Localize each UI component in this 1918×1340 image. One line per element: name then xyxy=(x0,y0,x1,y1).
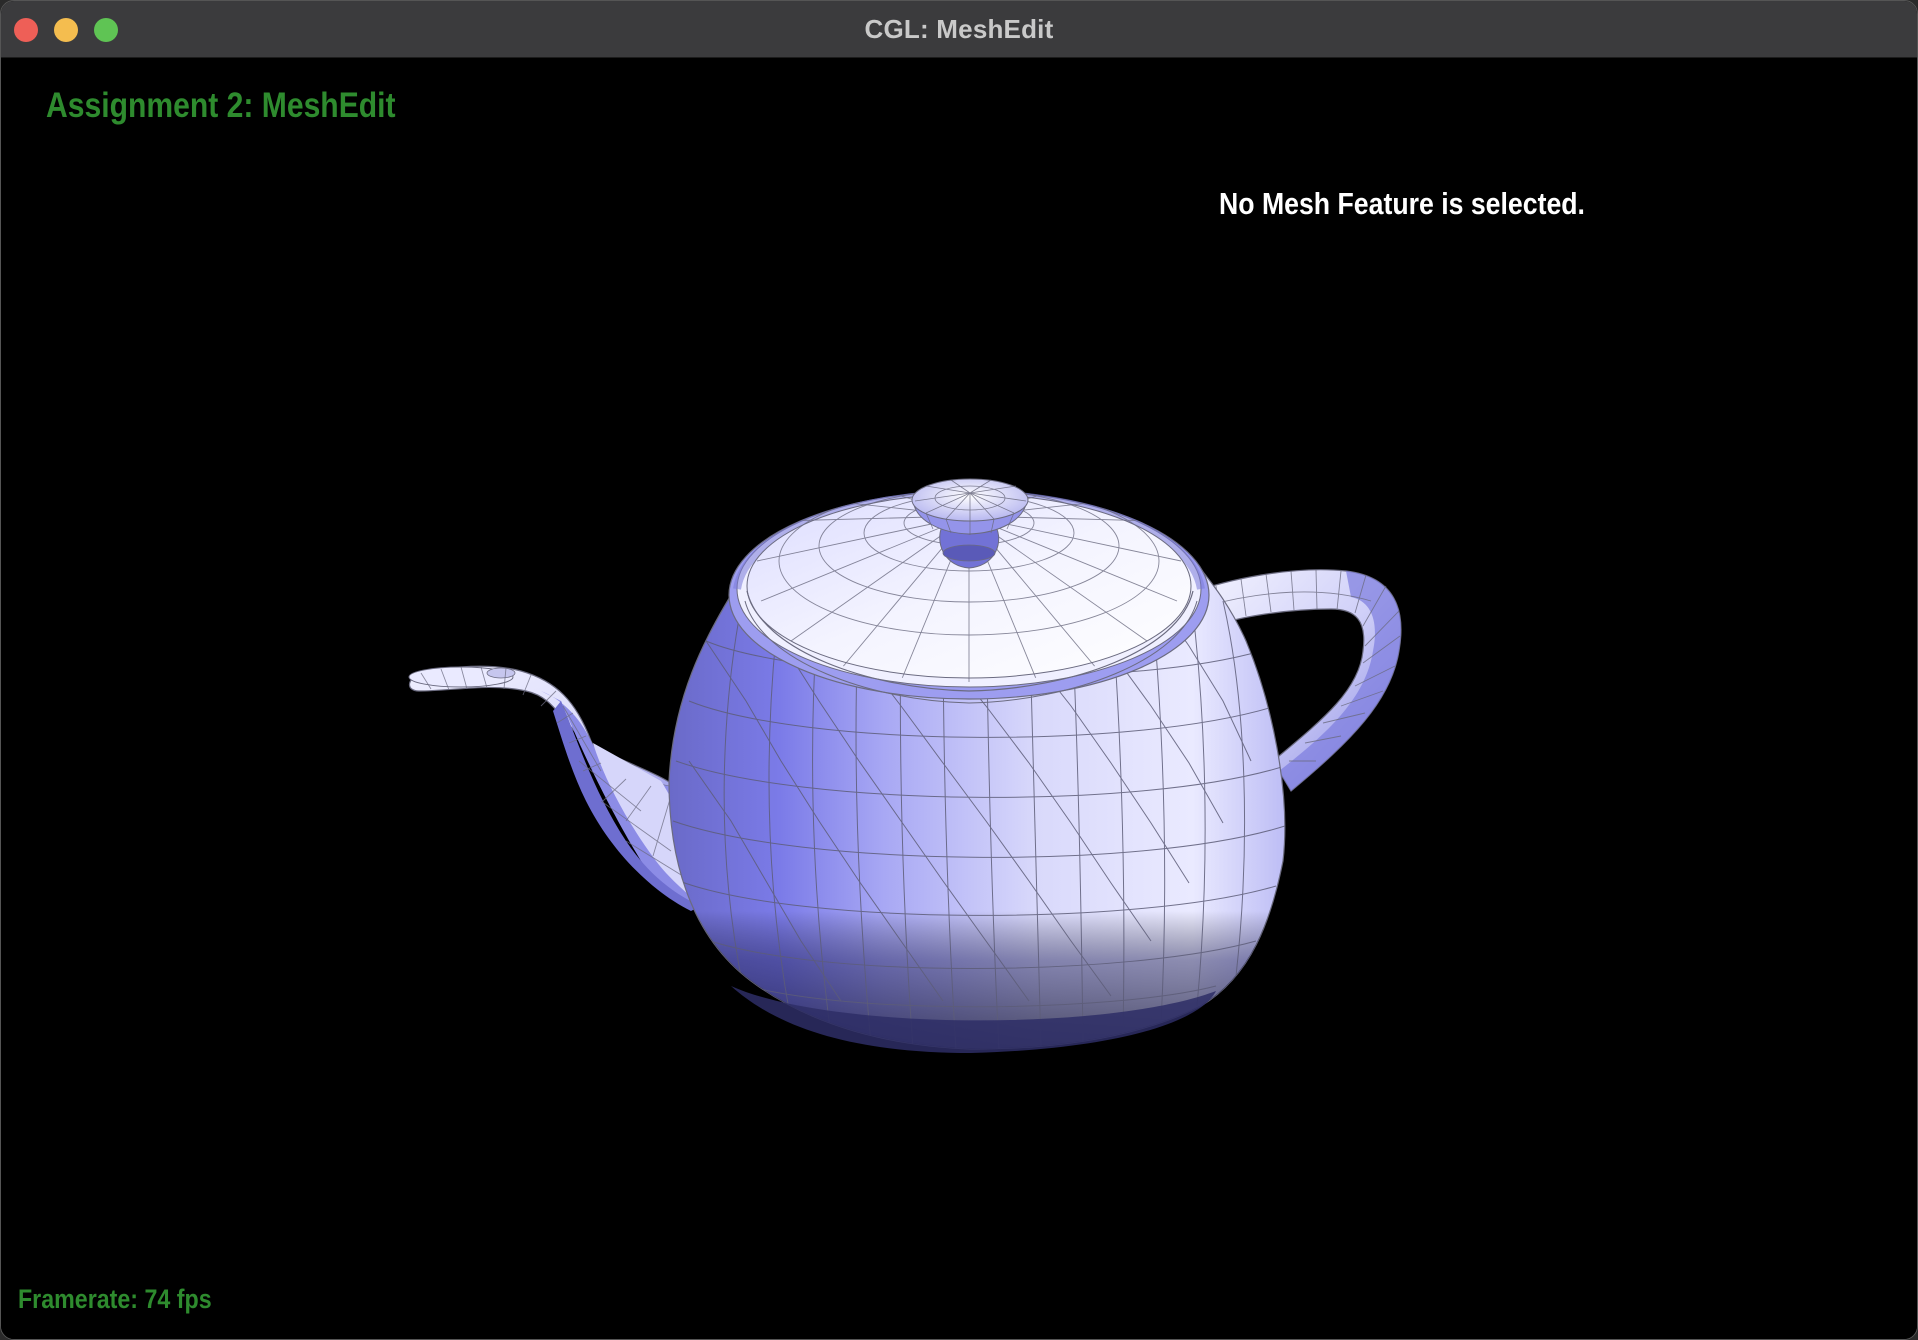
teapot-mesh[interactable] xyxy=(1,58,1918,1340)
framerate-unit: fps xyxy=(176,1284,212,1314)
framerate-label: Framerate: xyxy=(18,1284,139,1314)
selection-status: No Mesh Feature is selected. xyxy=(1219,186,1585,221)
framerate-readout: Framerate: 74 fps xyxy=(18,1284,212,1315)
title-bar[interactable]: CGL: MeshEdit xyxy=(1,1,1917,58)
app-window: CGL: MeshEdit Assignment 2: MeshEdit No … xyxy=(0,0,1918,1340)
window-title: CGL: MeshEdit xyxy=(864,14,1054,44)
render-viewport[interactable]: Assignment 2: MeshEdit No Mesh Feature i… xyxy=(1,58,1918,1340)
assignment-title: Assignment 2: MeshEdit xyxy=(46,86,396,125)
framerate-value: 74 xyxy=(144,1284,171,1314)
